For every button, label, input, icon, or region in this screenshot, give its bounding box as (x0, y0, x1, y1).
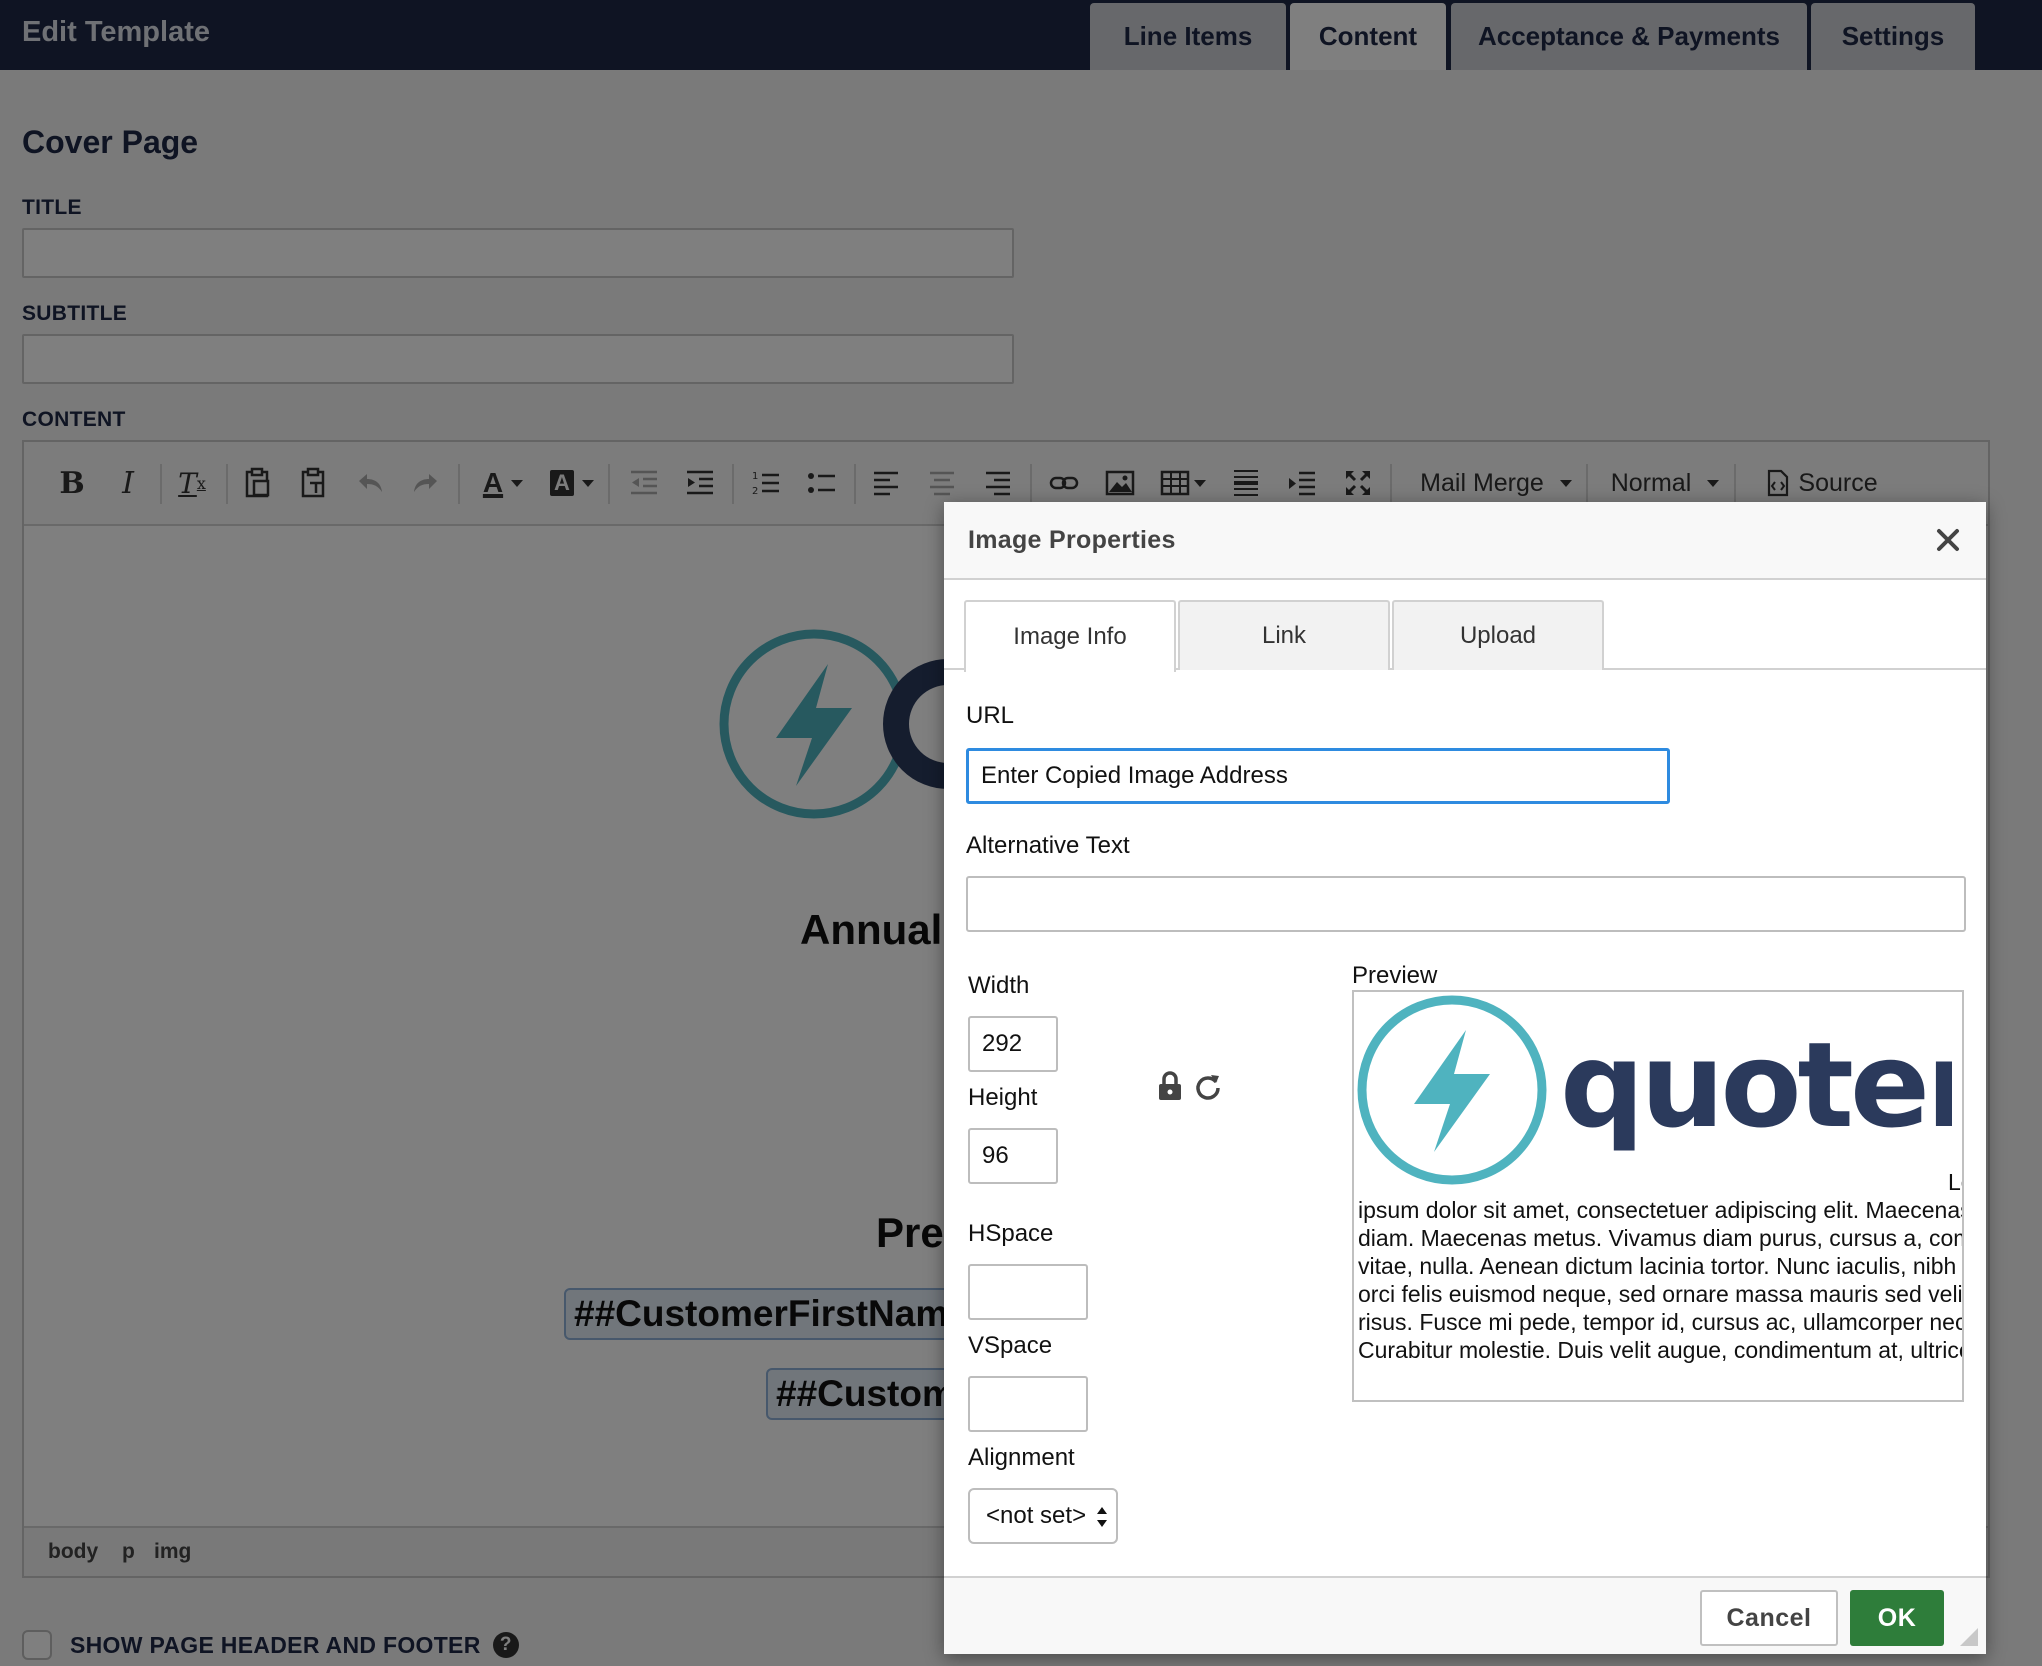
alignment-select[interactable]: <not set> (968, 1488, 1118, 1544)
hspace-label: HSpace (968, 1220, 1054, 1247)
hspace-input[interactable] (968, 1264, 1088, 1320)
tab-image-info[interactable]: Image Info (964, 600, 1176, 672)
lock-icon[interactable] (1156, 1070, 1184, 1102)
close-icon[interactable] (1932, 524, 1964, 556)
alt-text-input[interactable] (966, 876, 1966, 932)
image-properties-dialog: Image Properties Image Info Link Upload … (944, 502, 1986, 1654)
url-label: URL (966, 702, 1015, 729)
url-input[interactable]: Enter Copied Image Address (966, 748, 1670, 804)
alignment-label: Alignment (968, 1444, 1075, 1471)
select-arrows-icon (1097, 1507, 1107, 1527)
preview-text-lead: Lo (1948, 1169, 1962, 1195)
reset-size-icon[interactable] (1194, 1070, 1222, 1102)
resize-grip-icon[interactable] (1960, 1628, 1978, 1646)
image-preview: quoter Lo ipsum dolor sit amet, consecte… (1352, 990, 1964, 1402)
dialog-header: Image Properties (944, 502, 1986, 580)
alignment-value: <not set> (986, 1502, 1087, 1529)
cancel-button[interactable]: Cancel (1700, 1590, 1838, 1646)
vspace-label: VSpace (968, 1332, 1053, 1359)
ok-button[interactable]: OK (1850, 1590, 1944, 1646)
preview-brand-text: quoter (1560, 1016, 1952, 1154)
dialog-tabs: Image Info Link Upload (944, 580, 1986, 672)
dialog-title: Image Properties (968, 526, 1176, 554)
tab-link[interactable]: Link (1178, 600, 1390, 670)
quoter-logo-icon: quoter (1357, 995, 1962, 1185)
preview-logo: quoter (1356, 994, 1962, 1190)
width-label: Width (968, 972, 1030, 999)
width-input[interactable]: 292 (968, 1016, 1058, 1072)
preview-text-body: ipsum dolor sit amet, consectetuer adipi… (1358, 1197, 1964, 1363)
preview-label: Preview (1352, 962, 1438, 989)
dialog-footer: Cancel OK (944, 1576, 1986, 1654)
height-input[interactable]: 96 (968, 1128, 1058, 1184)
alt-text-label: Alternative Text (966, 832, 1130, 859)
height-label: Height (968, 1084, 1038, 1111)
vspace-input[interactable] (968, 1376, 1088, 1432)
preview-sample-text: Lo ipsum dolor sit amet, consectetuer ad… (1358, 1168, 1964, 1364)
tab-upload[interactable]: Upload (1392, 600, 1604, 670)
